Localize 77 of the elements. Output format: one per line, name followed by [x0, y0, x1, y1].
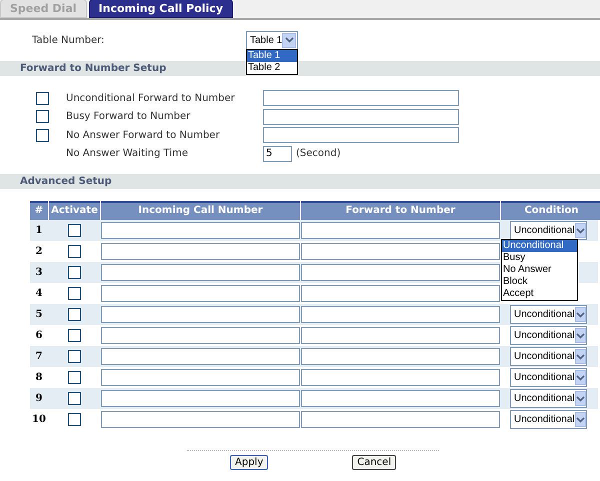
table-number-select[interactable]: Table 1 [246, 30, 298, 50]
checkbox[interactable] [68, 371, 81, 384]
unit-label: (Second) [296, 147, 341, 162]
field-label: Busy Forward to Number [66, 110, 192, 124]
input-field[interactable] [301, 390, 500, 407]
field-label: Table Number: [32, 34, 106, 48]
input-field[interactable] [101, 348, 300, 365]
row-number: 10 [31, 413, 47, 427]
input-field[interactable] [301, 243, 500, 260]
condition-select[interactable]: Unconditional [510, 389, 587, 408]
condition-select[interactable]: Unconditional [510, 410, 587, 429]
input-field[interactable] [301, 327, 500, 344]
column-header: Activate [49, 201, 100, 220]
row-number: 2 [34, 245, 44, 259]
column-header: Forward to Number [301, 201, 500, 220]
input-field[interactable] [101, 285, 300, 302]
input-field[interactable] [301, 285, 500, 302]
input-field[interactable] [101, 327, 300, 344]
input-field[interactable] [301, 369, 500, 386]
condition-select[interactable]: Unconditional [510, 347, 587, 366]
checkbox[interactable] [68, 392, 81, 405]
row-number: 6 [34, 329, 44, 343]
checkbox[interactable] [68, 266, 81, 279]
input-field[interactable] [101, 411, 300, 428]
row-number: 8 [34, 371, 44, 385]
input-field[interactable]: 5 [263, 146, 292, 162]
input-field[interactable] [301, 264, 500, 281]
checkbox[interactable] [36, 110, 49, 124]
tab[interactable]: Incoming Call Policy [88, 0, 234, 18]
checkbox[interactable] [68, 287, 81, 300]
condition-select[interactable]: Unconditional [510, 368, 587, 387]
row-number: 5 [34, 308, 44, 322]
action-button[interactable]: Cancel [352, 455, 396, 470]
field-label: No Answer Waiting Time [66, 147, 189, 162]
input-field[interactable] [101, 222, 300, 239]
input-field[interactable] [301, 348, 500, 365]
field-label: Unconditional Forward to Number [66, 92, 236, 106]
condition-select[interactable]: Unconditional [510, 305, 587, 324]
checkbox[interactable] [68, 308, 81, 321]
input-field[interactable] [301, 411, 500, 428]
input-field[interactable] [101, 369, 300, 386]
input-field[interactable] [301, 222, 500, 239]
input-field[interactable] [101, 390, 300, 407]
checkbox[interactable] [68, 350, 81, 363]
condition-select[interactable]: Unconditional [510, 326, 587, 345]
input-field[interactable] [101, 306, 300, 323]
checkbox[interactable] [36, 128, 49, 142]
field-label: No Answer Forward to Number [66, 128, 221, 143]
checkbox[interactable] [68, 224, 81, 237]
row-number: 4 [34, 287, 44, 301]
row-number: 3 [34, 266, 44, 280]
input-field[interactable] [263, 127, 459, 144]
dropdown-option[interactable]: Busy [502, 252, 577, 264]
input-field[interactable] [263, 90, 459, 106]
checkbox[interactable] [68, 245, 81, 258]
row-number: 1 [34, 224, 44, 238]
dropdown-option[interactable]: Accept [502, 288, 577, 300]
checkbox[interactable] [68, 413, 81, 426]
input-field[interactable] [301, 306, 500, 323]
input-field[interactable] [101, 264, 300, 281]
dropdown-option[interactable]: Unconditional [502, 240, 577, 252]
column-header: Condition [501, 201, 600, 220]
column-header: # [30, 201, 48, 220]
column-header: Incoming Call Number [101, 201, 300, 220]
row-number: 9 [34, 392, 44, 406]
dropdown-option[interactable]: Table 2 [247, 62, 297, 74]
dropdown-option[interactable]: Table 1 [247, 50, 297, 62]
input-field[interactable] [101, 243, 300, 260]
dropdown-option[interactable]: No Answer [502, 264, 577, 276]
section-header: Advanced Setup [0, 174, 600, 189]
checkbox[interactable] [68, 329, 81, 342]
row-number: 7 [34, 350, 44, 364]
action-button[interactable]: Apply [230, 455, 268, 470]
input-field[interactable] [263, 108, 459, 125]
dropdown-option[interactable]: Block [502, 276, 577, 288]
checkbox[interactable] [36, 92, 49, 105]
condition-select[interactable]: Unconditional [510, 221, 587, 240]
